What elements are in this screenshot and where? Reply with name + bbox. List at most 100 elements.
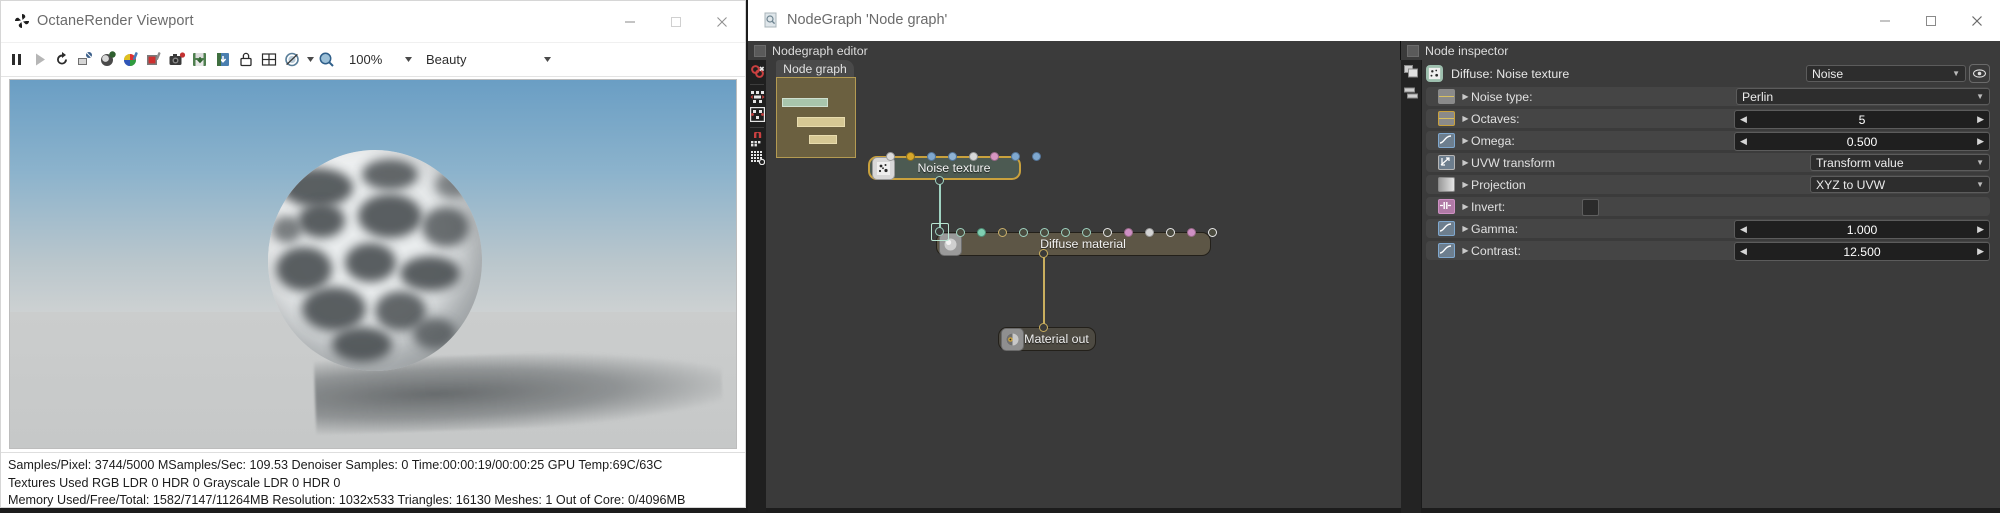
noise-socket-in-5[interactable] [990, 152, 999, 161]
noise-socket-in-3[interactable] [948, 152, 957, 161]
noise-socket-in-7[interactable] [1032, 152, 1041, 161]
spinner-decrement-icon[interactable]: ◀ [1740, 114, 1747, 125]
diffuse-socket-in-5[interactable] [1040, 228, 1049, 237]
zoom-magnifier-icon[interactable] [316, 49, 337, 70]
minimap-bar-matout [809, 135, 837, 144]
spinner-increment-icon[interactable]: ▶ [1977, 224, 1984, 235]
zoom-level-value: 100% [349, 52, 383, 67]
diffuse-socket-in-3[interactable] [998, 228, 1007, 237]
render-region-icon[interactable] [75, 49, 96, 70]
noise-socket-out[interactable] [935, 176, 944, 185]
matout-socket-in[interactable] [1039, 323, 1048, 332]
inspector-collapse-icon[interactable] [1407, 44, 1419, 57]
diffuse-socket-in-9[interactable] [1124, 228, 1133, 237]
uvw-transform-select[interactable]: Transform value ▼ [1810, 154, 1990, 171]
lock-resolution-icon[interactable] [236, 49, 257, 70]
arrange-horizontal-icon[interactable] [750, 89, 765, 104]
nodegraph-maximize-button[interactable] [1908, 0, 1954, 41]
panel-collapse-icon[interactable] [754, 44, 766, 57]
nodegraph-minimap[interactable] [776, 77, 856, 158]
diffuse-socket-in-2[interactable] [977, 228, 986, 237]
diffuse-socket-in-6[interactable] [1061, 228, 1070, 237]
expand-arrow-icon[interactable]: ▶ [1460, 114, 1471, 123]
viewport-close-button[interactable] [699, 1, 745, 42]
noise-type-select[interactable]: Perlin ▼ [1736, 88, 1990, 105]
chevron-down-icon: ▼ [1976, 180, 1984, 189]
inspector-row-projection: ▶ Projection XYZ to UVW ▼ [1426, 175, 1995, 194]
nodegraph-close-button[interactable] [1954, 0, 2000, 41]
camera-focus-icon[interactable] [167, 49, 188, 70]
nodegraph-window: NodeGraph 'Node graph' Nodegraph editor [748, 0, 2000, 513]
pick-material-icon[interactable] [144, 49, 165, 70]
color-picker-icon[interactable] [121, 49, 142, 70]
arrange-vertical-icon[interactable] [749, 106, 765, 123]
nodegraph-tab[interactable]: Node graph [776, 60, 854, 77]
zoom-level-select[interactable]: 100% [343, 49, 403, 70]
toolbar-caret-1[interactable] [305, 49, 316, 70]
material-out-node[interactable]: Material out [998, 327, 1096, 351]
pause-icon[interactable] [6, 49, 27, 70]
grid-layout-icon[interactable] [259, 49, 280, 70]
pin-stack-icon[interactable] [1403, 87, 1419, 100]
spinner-decrement-icon[interactable]: ◀ [1740, 136, 1747, 147]
diffuse-socket-in-13[interactable] [1208, 228, 1217, 237]
diffuse-socket-in-10[interactable] [1145, 228, 1154, 237]
diffuse-socket-in-1[interactable] [956, 228, 965, 237]
visibility-eye-icon[interactable] [1969, 64, 1990, 83]
nodegraph-minimize-button[interactable] [1862, 0, 1908, 41]
diffuse-socket-in-7[interactable] [1082, 228, 1091, 237]
noise-socket-in-6[interactable] [1011, 152, 1020, 161]
diffuse-socket-in-8[interactable] [1103, 228, 1112, 237]
viewport-maximize-button[interactable] [653, 1, 699, 42]
spinner-decrement-icon[interactable]: ◀ [1740, 246, 1747, 257]
show-grid-icon[interactable] [750, 150, 765, 166]
octaves-spinner[interactable]: ◀ 5 ▶ [1734, 110, 1990, 129]
noise-socket-in-0[interactable] [886, 152, 895, 161]
noise-socket-in-1[interactable] [906, 152, 915, 161]
expand-arrow-icon[interactable]: ▶ [1460, 180, 1471, 189]
copy-stack-icon[interactable] [1403, 65, 1419, 78]
diffuse-socket-out[interactable] [1039, 249, 1048, 258]
save-render-icon[interactable] [213, 49, 234, 70]
material-out-node-label: Material out [1024, 332, 1089, 346]
contrast-spinner[interactable]: ◀ 12.500 ▶ [1734, 242, 1990, 261]
expand-arrow-icon[interactable]: ▶ [1460, 224, 1471, 233]
expand-arrow-icon[interactable]: ▶ [1460, 246, 1471, 255]
projection-select[interactable]: XYZ to UVW ▼ [1810, 176, 1990, 193]
render-viewport[interactable] [9, 79, 737, 449]
render-pass-icon[interactable] [98, 49, 119, 70]
chevron-down-icon: ▼ [1976, 158, 1984, 167]
spinner-increment-icon[interactable]: ▶ [1977, 246, 1984, 257]
render-pass-select[interactable]: Beauty [420, 49, 542, 70]
spinner-increment-icon[interactable]: ▶ [1977, 136, 1984, 147]
diffuse-socket-in-11[interactable] [1166, 228, 1175, 237]
expand-arrow-icon[interactable]: ▶ [1460, 202, 1471, 211]
play-icon[interactable] [29, 49, 50, 70]
invert-checkbox[interactable] [1582, 199, 1599, 216]
expand-arrow-icon[interactable]: ▶ [1460, 92, 1471, 101]
unlink-nodes-icon[interactable] [750, 64, 765, 79]
save-image-icon[interactable] [190, 49, 211, 70]
render-pass-caret-icon[interactable] [542, 49, 553, 70]
diffuse-socket-in-0[interactable] [935, 227, 944, 236]
diffuse-socket-in-12[interactable] [1187, 228, 1196, 237]
noise-socket-in-2[interactable] [927, 152, 936, 161]
eyedropper-disable-icon[interactable] [282, 49, 303, 70]
zoom-level-caret-icon[interactable] [403, 49, 414, 70]
omega-spinner[interactable]: ◀ 0.500 ▶ [1734, 132, 1990, 151]
spinner-increment-icon[interactable]: ▶ [1977, 114, 1984, 125]
snap-to-grid-icon[interactable] [750, 130, 765, 147]
diffuse-socket-in-4[interactable] [1019, 228, 1028, 237]
spinner-decrement-icon[interactable]: ◀ [1740, 224, 1747, 235]
expand-arrow-icon[interactable]: ▶ [1460, 158, 1471, 167]
node-inspector-content: Diffuse: Noise texture Noise ▼ ▶ Noise t… [1421, 60, 2000, 508]
nodegraph-canvas[interactable]: Node graph Noise texture Diffuse materia… [766, 60, 1401, 508]
expand-arrow-icon[interactable]: ▶ [1460, 136, 1471, 145]
gamma-spinner[interactable]: ◀ 1.000 ▶ [1734, 220, 1990, 239]
viewport-minimize-button[interactable] [607, 1, 653, 42]
viewport-window-controls [607, 1, 745, 42]
inspector-label-gamma: Gamma: [1471, 221, 1519, 236]
restart-icon[interactable] [52, 49, 73, 70]
noise-socket-in-4[interactable] [969, 152, 978, 161]
inspector-node-type-select[interactable]: Noise ▼ [1806, 65, 1966, 82]
